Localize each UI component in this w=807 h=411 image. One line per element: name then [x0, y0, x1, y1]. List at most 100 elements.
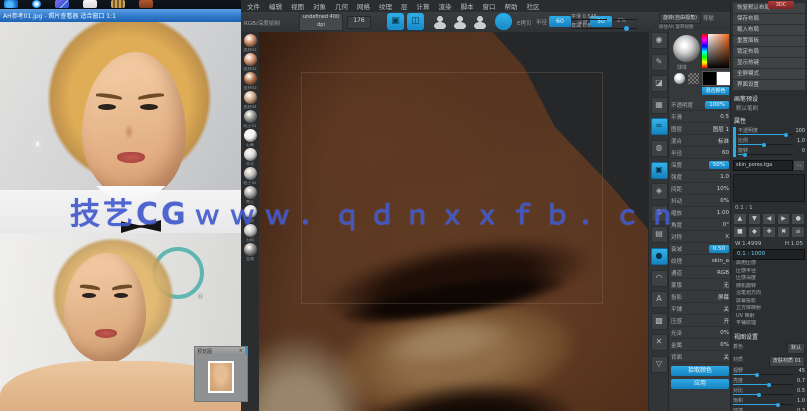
- menu-item-2[interactable]: 视图: [291, 1, 304, 11]
- param-row-6[interactable]: 强度1.0: [671, 171, 729, 183]
- option-item-5[interactable]: 屏幕投影: [733, 298, 805, 306]
- view-slider-3[interactable]: 饱和1.0: [733, 397, 805, 407]
- param-row-20[interactable]: 金属0%: [671, 339, 729, 351]
- param-value[interactable]: 0%: [720, 198, 729, 204]
- grid-button-9[interactable]: ≡: [791, 226, 805, 238]
- thumbnail-titlebar[interactable]: 预览图 ×: [195, 347, 247, 355]
- brush-icon[interactable]: ✎: [651, 54, 668, 71]
- layout-menu-item-7[interactable]: 界面设置: [733, 80, 805, 90]
- browse-button[interactable]: …: [793, 160, 805, 171]
- grid-button-8[interactable]: ✖: [777, 226, 791, 238]
- thumbnail-window[interactable]: 预览图 ×: [194, 346, 248, 402]
- preset-name[interactable]: 默认笔刷: [736, 104, 805, 112]
- view-slider-4[interactable]: 环境0.3: [733, 407, 805, 411]
- option-item-0[interactable]: 启用压感: [733, 260, 805, 268]
- menu-item-9[interactable]: 渲染: [439, 1, 452, 11]
- stencil-toggle-icon[interactable]: ◫: [407, 13, 424, 30]
- smudge-icon[interactable]: ≈: [651, 118, 668, 135]
- param-value[interactable]: 0%: [720, 342, 729, 348]
- param-value[interactable]: 0%: [720, 330, 729, 336]
- grid-button-6[interactable]: ◆: [748, 226, 762, 238]
- view-slider-1[interactable]: 亮度0.7: [733, 377, 805, 387]
- param-row-4[interactable]: 半径60: [671, 147, 729, 159]
- grid-icon[interactable]: ▩: [651, 313, 668, 330]
- clone-icon[interactable]: ◍: [651, 140, 668, 157]
- viewport-3d[interactable]: [259, 32, 648, 411]
- color-mix-bar[interactable]: 混合颜色: [702, 87, 729, 95]
- close-icon[interactable]: ×: [239, 348, 243, 354]
- eraser-icon[interactable]: ◪: [651, 75, 668, 92]
- param-value[interactable]: X: [725, 234, 729, 240]
- toolbar-slider-0[interactable]: 平滑 0.545: [571, 13, 651, 21]
- param-value[interactable]: 关: [723, 305, 729, 313]
- bust-left-icon[interactable]: [453, 15, 467, 29]
- menu-item-4[interactable]: 几何: [335, 1, 348, 11]
- grid-button-1[interactable]: ▼: [748, 213, 762, 225]
- material-sphere-6[interactable]: [244, 148, 257, 161]
- option-item-2[interactable]: 压感深度: [733, 275, 805, 283]
- color-picker-square[interactable]: [708, 34, 729, 68]
- layout-menu-item-1[interactable]: 保存布局: [733, 14, 805, 24]
- param-row-14[interactable]: 通道RGB: [671, 267, 729, 279]
- param-row-10[interactable]: 角度0°: [671, 219, 729, 231]
- layer-icon[interactable]: ▤: [651, 226, 668, 243]
- param-row-1[interactable]: 平滑0.5: [671, 111, 729, 123]
- param-value[interactable]: RGB: [717, 270, 729, 276]
- param-value[interactable]: 关: [723, 353, 729, 361]
- fill-icon[interactable]: ▦: [651, 97, 668, 114]
- radius-value[interactable]: 60: [549, 16, 571, 27]
- texture-input[interactable]: skin_pores.tga: [733, 160, 793, 171]
- swatch-white[interactable]: [716, 71, 731, 86]
- notepad-icon[interactable]: [83, 0, 97, 8]
- menu-item-3[interactable]: 对象: [313, 1, 326, 11]
- param-value[interactable]: 0.5: [720, 114, 729, 120]
- sphere-tool-icon[interactable]: ●: [651, 248, 668, 265]
- param-row-21[interactable]: 背面关: [671, 351, 729, 363]
- view-dropdown-0[interactable]: 着色默认: [733, 343, 805, 354]
- layout-menu-item-2[interactable]: 载入布局: [733, 25, 805, 35]
- param-value[interactable]: 60: [722, 150, 729, 156]
- stamp-icon[interactable]: ▣: [651, 162, 668, 179]
- param-value[interactable]: skin_a: [712, 258, 729, 264]
- param-value[interactable]: 0.50: [709, 245, 729, 253]
- menu-item-0[interactable]: 文件: [247, 1, 260, 11]
- menu-item-10[interactable]: 脚本: [461, 1, 474, 11]
- grid-button-7[interactable]: ✚: [762, 226, 776, 238]
- value-field[interactable]: 176: [347, 16, 371, 29]
- nav-mode-field[interactable]: 旋转(自由视角): [659, 13, 701, 24]
- dropdown-value[interactable]: 皮肤材质 01: [769, 356, 805, 367]
- param-button-1[interactable]: 应用: [671, 379, 729, 389]
- param-row-9[interactable]: 缩放1.00: [671, 207, 729, 219]
- menu-item-6[interactable]: 纹理: [379, 1, 392, 11]
- menu-item-5[interactable]: 网格: [357, 1, 370, 11]
- param-value[interactable]: 1.00: [717, 210, 729, 216]
- photo-viewer-titlebar[interactable]: AH参考01.jpg - 照片查看器 适合窗口 1:1: [0, 9, 241, 22]
- copy-label[interactable]: E拷贝: [517, 19, 531, 27]
- material-sphere-11[interactable]: [244, 243, 257, 256]
- param-row-19[interactable]: 光泽0%: [671, 327, 729, 339]
- grid-button-0[interactable]: ▲: [733, 213, 747, 225]
- hue-strip[interactable]: [702, 34, 707, 68]
- param-value[interactable]: 屏幕: [718, 293, 729, 301]
- brush-slider-1[interactable]: 比例1.0: [738, 137, 805, 147]
- sphere-brush-icon[interactable]: [674, 73, 685, 84]
- param-row-15[interactable]: 蒙版无: [671, 279, 729, 291]
- param-value[interactable]: 10%: [717, 186, 729, 192]
- grid-button-2[interactable]: ◀: [762, 213, 776, 225]
- qq-icon[interactable]: [32, 0, 41, 8]
- param-value[interactable]: 无: [723, 281, 729, 289]
- erase-all-icon[interactable]: ✕: [651, 334, 668, 351]
- menu-item-12[interactable]: 帮助: [505, 1, 518, 11]
- grid-button-5[interactable]: ■: [733, 226, 747, 238]
- view-slider-2[interactable]: 对比0.5: [733, 387, 805, 397]
- thumbnail-image[interactable]: [208, 361, 234, 393]
- menu-item-13[interactable]: 社区: [527, 1, 540, 11]
- view-dropdown-1[interactable]: 材质皮肤材质 01: [733, 356, 805, 367]
- param-row-0[interactable]: 不透明度100%: [671, 99, 729, 111]
- view-slider-0[interactable]: 视野45: [733, 367, 805, 377]
- param-row-8[interactable]: 抖动0%: [671, 195, 729, 207]
- layout-menu-item-6[interactable]: 全屏模式: [733, 69, 805, 79]
- layout-menu-item-3[interactable]: 重置面板: [733, 36, 805, 46]
- wps-icon[interactable]: [111, 0, 125, 8]
- param-row-12[interactable]: 衰减0.50: [671, 243, 729, 255]
